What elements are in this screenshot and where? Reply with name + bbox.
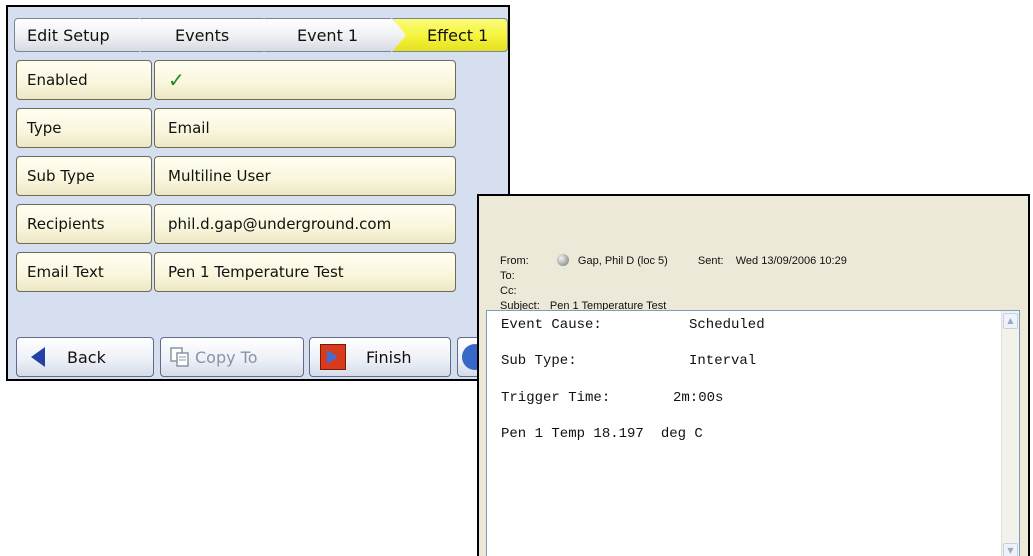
enabled-toggle[interactable]: ✓: [154, 60, 456, 100]
setting-value[interactable]: Pen 1 Temperature Test: [154, 252, 456, 292]
breadcrumb-edit-setup[interactable]: Edit Setup: [14, 18, 156, 52]
cc-label: Cc:: [500, 285, 517, 297]
sent-value: Wed 13/09/2006 10:29: [735, 255, 847, 267]
breadcrumb-label: Event 1: [297, 25, 359, 45]
body-value: deg C: [660, 426, 703, 442]
breadcrumb-effect-1[interactable]: Effect 1: [392, 18, 508, 52]
body-value: 2m:00s: [673, 390, 724, 406]
setting-label[interactable]: Sub Type: [16, 156, 152, 196]
setting-row-enabled: Enabled ✓: [16, 60, 456, 100]
copy-to-button[interactable]: Copy To: [160, 337, 304, 377]
scroll-down-icon[interactable]: ▼: [1003, 543, 1018, 556]
finish-button-label: Finish: [366, 347, 412, 367]
breadcrumb-label: Effect 1: [427, 25, 489, 45]
device-screen: Edit Setup Events Event 1 Effect 1 Enabl…: [6, 5, 510, 381]
body-label: Trigger Time:: [501, 390, 611, 406]
setting-value[interactable]: Email: [154, 108, 456, 148]
to-label: To:: [500, 270, 515, 282]
sent-label: Sent:: [697, 255, 724, 267]
breadcrumb-events[interactable]: Events: [140, 18, 280, 52]
copy-icon: [169, 347, 191, 367]
setting-row-recipients: Recipients phil.d.gap@underground.com: [16, 204, 456, 244]
body-line-sub-type: Sub Type: Interval: [501, 353, 756, 369]
body-line-pen-temp: Pen 1 Temp 18.197 deg C: [501, 426, 703, 442]
from-label: From:: [500, 255, 529, 267]
back-button-label: Back: [67, 347, 106, 367]
body-label: Sub Type:: [501, 353, 577, 369]
finish-icon: [320, 344, 346, 370]
presence-icon: [556, 254, 569, 266]
breadcrumb-label: Edit Setup: [27, 25, 110, 45]
back-button[interactable]: Back: [16, 337, 154, 377]
from-value[interactable]: Gap, Phil D (loc 5): [578, 255, 668, 267]
breadcrumb: Edit Setup Events Event 1 Effect 1: [12, 11, 508, 53]
scroll-up-icon[interactable]: ▲: [1003, 313, 1018, 329]
email-message-window: From: Gap, Phil D (loc 5) Sent: Wed 13/0…: [477, 194, 1030, 556]
setting-label[interactable]: Email Text: [16, 252, 152, 292]
body-label: Pen 1 Temp 18.197: [501, 426, 644, 442]
body-line-event-cause: Event Cause: Scheduled: [501, 317, 765, 333]
finish-button[interactable]: Finish: [309, 337, 451, 377]
setting-label[interactable]: Enabled: [16, 60, 152, 100]
body-line-trigger-time: Trigger Time: 2m:00s: [501, 390, 723, 406]
setting-row-email-text: Email Text Pen 1 Temperature Test: [16, 252, 456, 292]
breadcrumb-label: Events: [175, 25, 230, 45]
email-header: From: Gap, Phil D (loc 5) Sent: Wed 13/0…: [479, 196, 1028, 312]
body-label: Event Cause:: [501, 317, 602, 333]
setting-row-sub-type: Sub Type Multiline User: [16, 156, 456, 196]
vertical-scrollbar[interactable]: ▲ ▼: [1001, 311, 1019, 556]
checkmark-icon: ✓: [168, 68, 185, 92]
copy-to-label: Copy To: [195, 347, 258, 367]
setting-row-type: Type Email: [16, 108, 456, 148]
setting-value[interactable]: Multiline User: [154, 156, 456, 196]
body-value: Interval: [689, 353, 757, 369]
from-line: From: Gap, Phil D (loc 5) Sent: Wed 13/0…: [500, 254, 847, 267]
setting-value[interactable]: phil.d.gap@underground.com: [154, 204, 456, 244]
setting-label[interactable]: Recipients: [16, 204, 152, 244]
body-value: Scheduled: [689, 317, 765, 333]
back-arrow-icon: [31, 347, 45, 367]
email-body[interactable]: Event Cause: Scheduled Sub Type: Interval …: [486, 310, 1020, 556]
breadcrumb-event-1[interactable]: Event 1: [264, 18, 408, 52]
setting-label[interactable]: Type: [16, 108, 152, 148]
